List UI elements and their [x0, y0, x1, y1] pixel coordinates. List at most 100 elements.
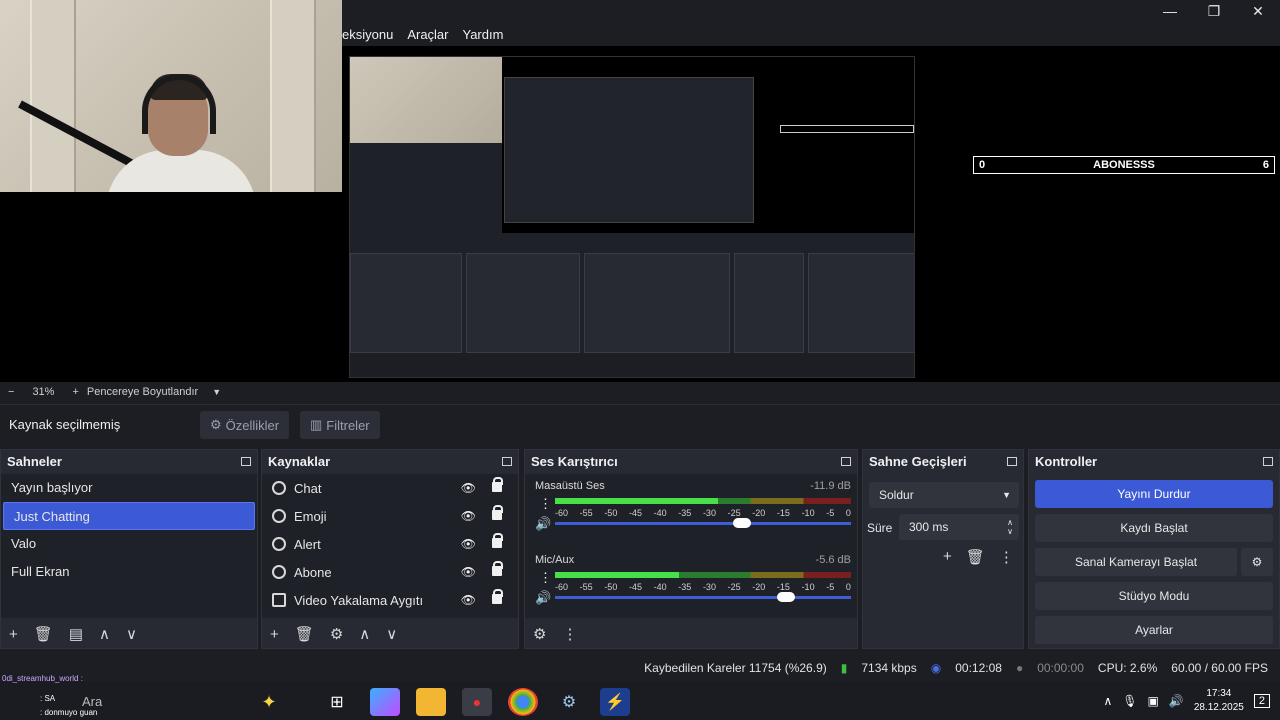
properties-button[interactable]: ⚙ Özellikler	[200, 411, 290, 439]
task-view-icon[interactable]: ⊞	[322, 688, 352, 716]
source-item[interactable]: Abone 👁	[262, 558, 518, 586]
eye-icon[interactable]: 👁	[461, 593, 476, 607]
menu-tools[interactable]: Araçlar	[407, 27, 448, 42]
remove-transition-button[interactable]: 🗑	[966, 548, 985, 566]
chevron-down-icon: ▼	[1002, 490, 1011, 500]
lock-icon[interactable]	[492, 477, 503, 492]
scene-filters-button[interactable]: ▤	[69, 625, 83, 643]
undock-icon[interactable]	[1007, 456, 1017, 466]
nested-obs-capture	[349, 56, 915, 378]
advanced-audio-icon[interactable]: ⚙	[533, 625, 546, 643]
eye-icon[interactable]: 👁	[461, 565, 476, 579]
system-tray: ∧ 🎙 ▣ 🔊 17:34 28.12.2025 2	[1103, 682, 1280, 720]
studio-mode-button[interactable]: Stüdyo Modu	[1035, 582, 1273, 610]
zoom-in-button[interactable]: +	[72, 386, 78, 398]
lock-icon[interactable]	[492, 561, 503, 576]
scene-item-active[interactable]: Just Chatting	[3, 502, 255, 530]
meter-tick-label: -10	[801, 582, 815, 592]
speaker-icon[interactable]: 🔊	[535, 516, 551, 532]
network-icon[interactable]: ▣	[1148, 694, 1159, 708]
menu-help[interactable]: Yardım	[463, 27, 504, 42]
chevron-down-icon[interactable]: ▼	[212, 387, 221, 397]
minimize-button[interactable]: —	[1148, 2, 1192, 20]
record-time: 00:00:00	[1037, 661, 1084, 675]
meter-tick-label: -40	[653, 508, 667, 518]
stop-stream-button[interactable]: Yayını Durdur	[1035, 480, 1273, 508]
volume-slider[interactable]	[555, 518, 851, 528]
virtual-camera-settings-button[interactable]: ⚙	[1241, 548, 1273, 576]
close-button[interactable]: ✕	[1236, 2, 1280, 20]
mixer-channels: Masaüstü Ses -11.9 dB ⋮ -60 -55 -50 -45 -40-…	[525, 474, 857, 618]
duration-label: Süre	[867, 521, 893, 535]
zoom-out-button[interactable]: −	[8, 386, 14, 398]
duration-stepper[interactable]: 300 ms ∧ ∨	[899, 514, 1019, 540]
scene-item[interactable]: Yayın başlıyor	[1, 474, 257, 502]
stepper-arrows-icon[interactable]: ∧ ∨	[1007, 518, 1013, 536]
channel-menu-icon[interactable]: ⋮	[539, 570, 552, 586]
undock-icon[interactable]	[841, 456, 851, 466]
virtual-camera-button[interactable]: Sanal Kamerayı Başlat	[1035, 548, 1237, 576]
file-explorer-icon[interactable]	[416, 688, 446, 716]
menu-scene-collection[interactable]: eksiyonu	[342, 27, 393, 42]
add-scene-button[interactable]: +	[9, 626, 18, 643]
add-source-button[interactable]: +	[270, 626, 279, 643]
app-icon[interactable]: ⚡	[600, 688, 630, 716]
search-box[interactable]: Ara	[82, 694, 102, 709]
channel-menu-icon[interactable]: ⋮	[539, 496, 552, 512]
transition-menu-icon[interactable]: ⋮	[999, 548, 1014, 566]
microphone-icon[interactable]: 🎙	[1122, 694, 1137, 708]
browser-icon	[272, 565, 286, 579]
speaker-icon[interactable]: 🔊	[535, 590, 551, 606]
show-hidden-icons[interactable]: ∧	[1103, 694, 1112, 708]
scene-list: Yayın başlıyor Just Chatting Valo Full E…	[1, 474, 257, 618]
maximize-button[interactable]: ❐	[1192, 2, 1236, 20]
move-down-button[interactable]: ∨	[386, 625, 397, 643]
lock-icon[interactable]	[492, 533, 503, 548]
chrome-icon[interactable]	[508, 688, 538, 716]
move-up-button[interactable]: ∧	[99, 625, 110, 643]
source-item[interactable]: Alert 👁	[262, 530, 518, 558]
volume-slider[interactable]	[555, 592, 851, 602]
meter-tick-label: -25	[727, 508, 741, 518]
scenes-toolbar: + 🗑 ▤ ∧ ∨	[1, 620, 257, 648]
undock-icon[interactable]	[1263, 456, 1273, 466]
lock-icon[interactable]	[492, 589, 503, 604]
add-transition-button[interactable]: +	[943, 548, 952, 566]
eye-icon[interactable]: 👁	[461, 509, 476, 523]
filters-button[interactable]: ▥ Filtreler	[300, 411, 380, 439]
eye-icon[interactable]: 👁	[461, 481, 476, 495]
channel-db: -11.9 dB	[810, 480, 851, 492]
clock[interactable]: 17:34 28.12.2025	[1194, 687, 1244, 715]
undock-icon[interactable]	[241, 456, 251, 466]
eye-icon[interactable]: 👁	[461, 537, 476, 551]
source-item[interactable]: Chat 👁	[262, 474, 518, 502]
subscriber-counter-overlay: 0 ABONESSS 6	[973, 156, 1275, 174]
source-item[interactable]: Emoji 👁	[262, 502, 518, 530]
fps: 60.00 / 60.00 FPS	[1171, 661, 1268, 675]
time: 17:34	[1206, 688, 1232, 699]
scene-item[interactable]: Valo	[1, 530, 257, 558]
settings-button[interactable]: Ayarlar	[1035, 616, 1273, 644]
remove-source-button[interactable]: 🗑	[295, 625, 314, 643]
chat-line: : donmuyo guan	[40, 708, 98, 717]
remove-scene-button[interactable]: 🗑	[34, 625, 53, 643]
steam-icon[interactable]: ⚙	[554, 688, 584, 716]
volume-icon[interactable]: 🔊	[1169, 694, 1184, 708]
move-down-button[interactable]: ∨	[126, 625, 137, 643]
zoom-mode[interactable]: Pencereye Boyutlandır	[87, 386, 198, 398]
obs-icon[interactable]: ●	[462, 688, 492, 716]
copilot-icon[interactable]	[370, 688, 400, 716]
lock-icon[interactable]	[492, 505, 503, 520]
meter-tick-label: -45	[628, 508, 642, 518]
scene-item[interactable]: Full Ekran	[1, 558, 257, 586]
undock-icon[interactable]	[502, 456, 512, 466]
chat-line: : SA	[40, 694, 56, 703]
mixer-menu-icon[interactable]: ⋮	[562, 625, 577, 643]
widgets-icon[interactable]: ✦	[254, 688, 284, 716]
start-recording-button[interactable]: Kaydı Başlat	[1035, 514, 1273, 542]
notification-badge[interactable]: 2	[1253, 694, 1270, 708]
transition-select[interactable]: Soldur ▼	[869, 482, 1019, 508]
source-item[interactable]: Video Yakalama Aygıtı 👁	[262, 586, 518, 614]
move-up-button[interactable]: ∧	[359, 625, 370, 643]
source-properties-button[interactable]: ⚙	[330, 625, 343, 643]
